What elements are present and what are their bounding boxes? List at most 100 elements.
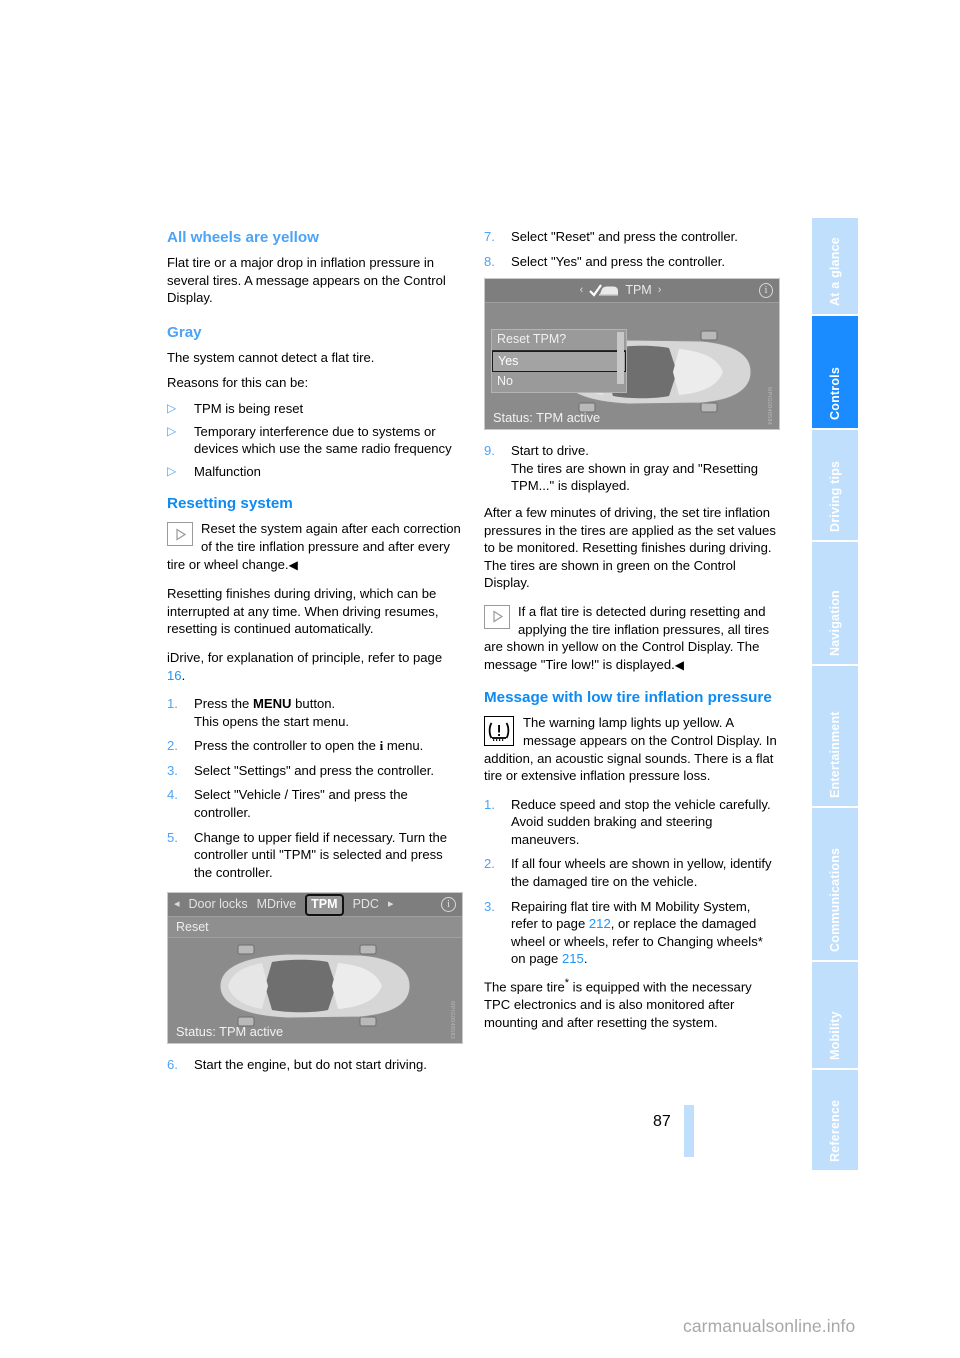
steps-7-8-list: 7. Select "Reset" and press the controll… <box>484 228 780 270</box>
paragraph-resetting-body-1: Resetting finishes during driving, which… <box>167 586 439 637</box>
info-icon[interactable]: i <box>441 897 456 913</box>
dialog-title: Reset TPM? <box>492 330 626 351</box>
list-item: 1. Reduce speed and stop the vehicle car… <box>484 796 780 849</box>
step-number: 1. <box>484 796 495 812</box>
list-item: 4. Select "Vehicle / Tires" and press th… <box>167 786 463 821</box>
tire-pressure-warning-icon <box>484 716 514 747</box>
note-text: Reset the system again after each correc… <box>167 521 461 572</box>
sidebar-tab-reference[interactable]: Reference <box>812 1070 858 1170</box>
step-number: 4. <box>167 787 178 803</box>
step-text-second-line: This opens the start menu. <box>194 713 350 729</box>
low-pressure-steps-list: 1. Reduce speed and stop the vehicle car… <box>484 796 780 968</box>
control-display-topbar: ‹ TPM › i <box>485 279 779 304</box>
control-display-body: Reset Status: TPM active <box>168 917 462 1044</box>
list-item: 8. Select "Yes" and press the controller… <box>484 253 780 271</box>
list-item: ▷ Malfunction <box>167 463 463 481</box>
sidebar-tab-at-a-glance[interactable]: At a glance <box>812 218 858 314</box>
cd-menu-item-door-locks[interactable]: Door locks <box>189 896 248 914</box>
step-text: Change to upper field if necessary. Turn… <box>194 829 448 880</box>
cd-menu-item-pdc[interactable]: PDC <box>353 896 379 914</box>
site-watermark: carmanualsonline.info <box>683 1316 856 1336</box>
paragraph-gray-body-2: Reasons for this can be: <box>167 375 309 391</box>
step-number: 3. <box>167 762 178 778</box>
cd-reset-field[interactable]: Reset <box>168 917 462 939</box>
step-number: 6. <box>167 1057 178 1073</box>
left-arrow-icon[interactable]: ◂ <box>174 896 180 914</box>
sidebar-tab-driving-tips[interactable]: Driving tips <box>812 430 858 540</box>
list-item-label: Temporary interference due to systems or… <box>194 423 452 457</box>
dialog-option-no[interactable]: No <box>492 372 626 392</box>
list-item: 3. Select "Settings" and press the contr… <box>167 762 463 780</box>
step-9-list: 9. Start to drive. The tires are shown i… <box>484 442 780 495</box>
image-credit: MPIG0048584 <box>766 387 772 426</box>
step-number: 2. <box>484 856 495 872</box>
list-item: 9. Start to drive. The tires are shown i… <box>484 442 780 495</box>
cd-status-text: Status: TPM active <box>176 1023 284 1039</box>
sidebar-tab-label: Mobility <box>828 1011 842 1060</box>
note-end-marker: ◀ <box>288 557 298 572</box>
sidebar-tab-mobility[interactable]: Mobility <box>812 962 858 1068</box>
list-item: ▷ TPM is being reset <box>167 400 463 418</box>
step-number: 3. <box>484 898 495 914</box>
right-column: 7. Select "Reset" and press the controll… <box>484 228 780 1042</box>
list-item: 5. Change to upper field if necessary. T… <box>167 829 463 882</box>
step-text-pre: Press the <box>194 696 253 712</box>
paragraph-spare-tire: The spare tire* is equipped with the nec… <box>484 977 752 1030</box>
left-arrow-icon[interactable]: ‹ <box>580 282 584 300</box>
step-text-line2: The tires are shown in gray and "Resetti… <box>511 460 759 494</box>
cd-title-row: ‹ TPM › <box>491 282 750 300</box>
note-text: If a flat tire is detected during resett… <box>484 603 770 672</box>
paragraph-idrive-ref: iDrive, for explanation of principle, re… <box>167 649 443 683</box>
sidebar-tab-communications[interactable]: Communications <box>812 808 858 960</box>
page-reference-link[interactable]: 16 <box>167 668 182 683</box>
sidebar-tab-entertainment[interactable]: Entertainment <box>812 666 858 806</box>
tpm-check-car-icon <box>589 284 619 297</box>
step-number: 1. <box>167 696 178 712</box>
info-icon[interactable]: i <box>759 283 773 299</box>
triangle-bullet-icon: ▷ <box>167 463 177 478</box>
right-arrow-icon[interactable]: ▸ <box>388 896 394 914</box>
reset-tpm-dialog: Reset TPM? Yes No <box>491 329 627 393</box>
step-6-list: 6. Start the engine, but do not start dr… <box>167 1056 463 1074</box>
step-text: Reduce speed and stop the vehicle carefu… <box>511 796 771 847</box>
vehicle-top-view-graphic <box>219 944 411 1027</box>
heading-resetting-system: Resetting system <box>167 495 293 513</box>
step-text-pre: Press the controller to open the <box>194 738 380 754</box>
heading-gray: Gray <box>167 323 202 341</box>
list-item: 3. Repairing flat tire with M Mobility S… <box>484 898 780 968</box>
dialog-scrollbar[interactable] <box>617 332 624 385</box>
step-text-part3: . <box>583 951 588 967</box>
sidebar-tab-controls[interactable]: Controls <box>812 316 858 428</box>
left-column: All wheels are yellow Flat tire or a maj… <box>167 228 463 1081</box>
step-text-line1: Start to drive. <box>511 443 589 459</box>
control-display-topbar: ◂ Door locks MDrive TPM PDC ▸ i <box>168 893 462 918</box>
resetting-steps-list: 1. Press the MENU button. This opens the… <box>167 695 463 881</box>
list-item: 6. Start the engine, but do not start dr… <box>167 1056 463 1074</box>
step-number: 5. <box>167 829 178 845</box>
heading-message-low-tire-pressure: Message with low tire inflation pressure <box>484 689 772 707</box>
step-number: 7. <box>484 229 495 244</box>
sidebar-tab-navigation[interactable]: Navigation <box>812 542 858 664</box>
step-text: Select "Settings" and press the controll… <box>194 762 435 778</box>
right-arrow-icon[interactable]: › <box>658 282 662 300</box>
step-text-post: button. <box>291 696 336 712</box>
sidebar-tab-label: At a glance <box>828 237 842 306</box>
note-warning-lamp: The warning lamp lights up yellow. A mes… <box>484 714 780 784</box>
image-credit: MPIG0048583 <box>449 1001 455 1040</box>
play-triangle-icon <box>167 522 193 547</box>
sidebar-tab-label: Navigation <box>828 590 842 656</box>
cd-menu-item-tpm[interactable]: TPM <box>305 894 344 916</box>
cd-menu-item-mdrive[interactable]: MDrive <box>257 896 297 914</box>
note-text: The warning lamp lights up yellow. A mes… <box>484 715 777 784</box>
cd-status-text: Status: TPM active <box>493 409 601 425</box>
gray-reasons-list: ▷ TPM is being reset ▷ Temporary interfe… <box>167 400 463 480</box>
list-item: 2. Press the controller to open the i me… <box>167 737 463 755</box>
list-item: 7. Select "Reset" and press the controll… <box>484 228 780 246</box>
step-text: Start the engine, but do not start drivi… <box>194 1057 427 1073</box>
sidebar-tab-label: Entertainment <box>828 711 842 798</box>
page-reference-link[interactable]: 212 <box>589 916 611 931</box>
paragraph-gray-body-1: The system cannot detect a flat tire. <box>167 349 375 365</box>
control-display-screenshot-reset-dialog: ‹ TPM › i Reset TPM? Yes No Status: TPM … <box>484 278 780 431</box>
page-reference-link[interactable]: 215 <box>562 951 584 966</box>
dialog-option-yes[interactable]: Yes <box>492 350 626 373</box>
